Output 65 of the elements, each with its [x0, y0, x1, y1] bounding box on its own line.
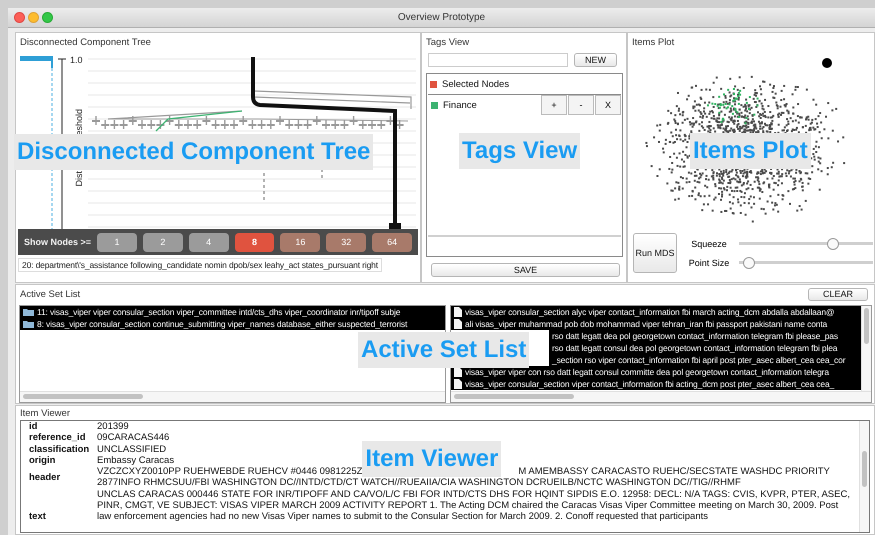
field-value: UNCLASSIFIED — [97, 444, 166, 455]
overlay-label: Item Viewer — [362, 441, 502, 478]
show-nodes-label: Show Nodes >= — [24, 237, 92, 247]
node-size-button[interactable]: 64 — [372, 232, 412, 252]
scrollbar[interactable] — [451, 391, 871, 402]
tag-action-button[interactable]: - — [568, 95, 594, 115]
item-list-row[interactable]: ali visas_viper muhammad pob dob mohammad viper tehran_iran fbi passport pakistani name conta — [451, 318, 861, 330]
node-size-button[interactable]: 16 — [280, 232, 320, 252]
slider-thumb[interactable] — [826, 238, 839, 250]
field-value: M AMEMBASSY CARACASTO RUEHC/SECSTATE WASHDC PRIORITY — [518, 466, 830, 478]
panel-title: Item Viewer — [19, 407, 71, 420]
status-text: 20: department\'s_assistance following_candidate nomin dpob/sex leahy_act states_pursuant right — [18, 258, 382, 272]
field-key: text — [29, 511, 97, 523]
tag-action-button[interactable]: + — [541, 95, 567, 115]
node-size-button[interactable]: 8 — [234, 232, 274, 252]
folder-icon — [23, 308, 34, 316]
field-value: VZCZCXYZ0010PP RUEHWEBDE RUEHCV #0446 0981225Z — [97, 466, 362, 478]
field-value: UNCLAS CARACAS 000446 STATE FOR INR/TIPOFF AND CA/VO/L/C FBI FOR INTD/CTS DHS FOR HQINT SIPDIS E.O. 12958: DECL: N/A TAGS: CVIS, KVPR, PTER, ASEC, PINR, CMGT, VE SUBJECT: VISAS VIPER MARCH 2009 ACTIVITY REPORT 1. The Acting DCM chaired the Caracas Visas Viper Committee meeting on March 30, 2009. Post law enforcement agencies had no new Visas Viper names to submit to the Consular Section for March 2009. 2. Conoff requested that participants — [97, 488, 851, 523]
scrollbar[interactable] — [859, 421, 869, 532]
overlay-label: Active Set List — [358, 332, 530, 368]
tag-action-button[interactable]: X — [595, 95, 621, 115]
field-value: 09CARACAS446 — [97, 432, 170, 444]
clear-button[interactable]: CLEAR — [808, 288, 868, 300]
set-list-item[interactable]: 11: visas_viper viper consular_section viper_committee intd/cts_dhs viper_coordinator inr/tipoff subje — [20, 306, 445, 318]
new-button[interactable]: NEW — [574, 53, 617, 67]
panel-title: Disconnected Component Tree — [19, 36, 152, 50]
field-value: Embassy Caracas — [97, 454, 174, 466]
item-list-row[interactable]: visas_viper consular_section viper contact_information fbi acting_dcm post pter_asec albert_cea cea_ — [451, 378, 861, 390]
tag-label[interactable]: Selected Nodes — [442, 78, 510, 90]
overlay-label: Items Plot — [690, 133, 811, 169]
minimize-button[interactable] — [28, 12, 39, 23]
tag-label[interactable]: Finance — [443, 100, 536, 110]
save-button[interactable]: SAVE — [431, 263, 620, 277]
slider-thumb[interactable] — [742, 256, 755, 268]
field-key: origin — [29, 454, 97, 466]
item-list-row[interactable]: _section rso viper contact_information fbi april post pter_asec albert_cea cea_cor — [549, 354, 861, 366]
scrollbar[interactable] — [20, 391, 445, 402]
zoom-button[interactable] — [42, 12, 53, 23]
window-title: Overview Prototype — [398, 12, 486, 23]
tick-label: 1.0 — [70, 55, 83, 65]
field-key: header — [29, 472, 97, 484]
panel-title: Tags View — [425, 36, 470, 50]
slider-label: Squeeze — [690, 238, 728, 248]
tag-name-field[interactable] — [428, 53, 568, 67]
node-size-button[interactable]: 32 — [326, 232, 366, 252]
field-key: id — [29, 421, 97, 432]
panel-title: Items Plot — [631, 36, 676, 50]
field-key: classification — [29, 444, 97, 455]
set-list-item[interactable]: 8: visas_viper consular_section continue_submitting viper_names database_either suspected_terrorist — [20, 318, 445, 330]
folder-icon — [23, 320, 34, 328]
overlay-label: Tags View — [459, 133, 580, 169]
field-key: reference_id — [29, 432, 97, 444]
close-button[interactable] — [14, 12, 25, 23]
item-list-row[interactable]: visas_viper viper con rso datt legatt consul committe dea pol georgetown contact_information telegra — [451, 366, 861, 378]
field-value: 201399 — [97, 421, 129, 432]
panel-title: Active Set List — [19, 288, 82, 302]
overlay-label: Disconnected Component Tree — [14, 134, 374, 170]
scrollbar[interactable] — [861, 306, 871, 391]
item-list-row[interactable]: visas_viper consular_section alyc viper contact_information fbi march acting_dcm abdalla abdallaan@ — [451, 306, 861, 318]
item-list-row[interactable]: rso datt legatt dea pol georgetown contact_information telegram fbi please_pas — [549, 330, 861, 342]
slider-label: Point Size — [688, 258, 730, 268]
item-list-row[interactable]: rso datt legatt consul dea pol georgetown contact_information telegram fbi plea — [549, 342, 861, 354]
field-value: 2877INFO RHMCSUU/FBI WASHINGTON DC//INTD/CTD/CT WATCH//RUEAIIA/CIA WASHINGTON DCRUEILB/NCTC WASHINGTON DC//TIG//RHMF — [97, 477, 741, 489]
run-mds-button[interactable]: Run MDS — [633, 233, 677, 273]
axis-label: Dist — [74, 171, 84, 186]
